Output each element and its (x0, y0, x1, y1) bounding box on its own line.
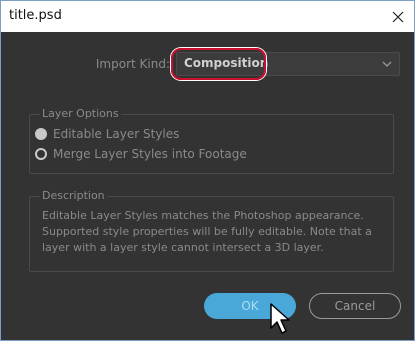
cancel-button[interactable]: Cancel (309, 293, 401, 319)
window-title: title.psd (9, 8, 62, 23)
radio-editable-layer-styles[interactable]: Editable Layer Styles (35, 127, 179, 141)
radio-label: Merge Layer Styles into Footage (53, 147, 247, 161)
description-group: Description Editable Layer Styles matche… (29, 189, 394, 272)
radio-merge-layer-styles[interactable]: Merge Layer Styles into Footage (35, 147, 247, 161)
radio-label: Editable Layer Styles (53, 127, 180, 141)
chevron-down-icon (382, 61, 392, 67)
layer-options-legend: Layer Options (40, 107, 121, 120)
dialog-content: Import Kind: Composition Layer Options E… (1, 32, 414, 340)
import-dialog: title.psd Import Kind: Composition Layer… (0, 0, 415, 341)
radio-button[interactable] (35, 148, 47, 160)
radio-button-selected[interactable] (35, 128, 47, 140)
close-icon (392, 11, 404, 22)
import-kind-value: Composition (184, 56, 269, 70)
description-legend: Description (40, 189, 107, 202)
title-bar: title.psd (1, 1, 414, 32)
import-kind-select[interactable]: Composition (176, 52, 400, 76)
import-kind-label: Import Kind: (95, 57, 170, 71)
ok-button[interactable]: OK (204, 293, 296, 319)
layer-options-group: Layer Options (29, 107, 394, 174)
close-button[interactable] (382, 1, 414, 32)
description-text: Editable Layer Styles matches the Photos… (42, 209, 372, 254)
